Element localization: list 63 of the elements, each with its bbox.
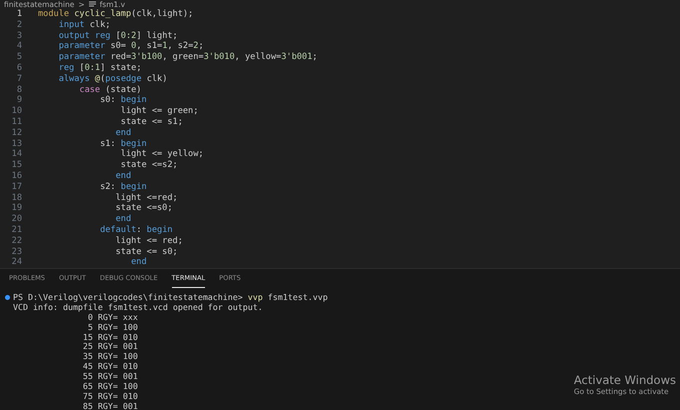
terminal-output: 5 RGY= 100 xyxy=(86,322,138,333)
line-number: 2 xyxy=(16,20,22,31)
code-line: end xyxy=(114,128,132,139)
code-line: s1: begin xyxy=(99,138,147,149)
line-number: 16 xyxy=(10,170,22,182)
terminal-output: VCD info: dumpfile fsm1test.vcd opened for output. xyxy=(13,302,263,313)
code-line: state <=s2; xyxy=(120,160,178,171)
code-line: light <= red; xyxy=(114,236,183,247)
code-line: default: begin xyxy=(99,224,173,236)
terminal-output: 55 RGY= 001 xyxy=(82,372,138,382)
terminal-output: 15 RGY= 010 xyxy=(82,332,138,342)
line-number: 6 xyxy=(16,62,22,74)
line-number: 4 xyxy=(16,41,22,52)
line-number: 8 xyxy=(16,84,22,96)
terminal-output: 45 RGY= 010 xyxy=(82,362,138,372)
line-number: 10 xyxy=(10,106,22,117)
line-number: 14 xyxy=(10,149,22,160)
line-number: 18 xyxy=(10,192,22,204)
line-number: 20 xyxy=(10,214,22,225)
line-number: 13 xyxy=(10,138,22,150)
line-number: 11 xyxy=(10,116,22,128)
terminal-output: 35 RGY= 100 xyxy=(82,352,138,362)
line-number: 7 xyxy=(16,74,22,85)
code-line: light <= green; xyxy=(120,106,198,117)
line-number: 12 xyxy=(10,128,22,139)
line-number: 23 xyxy=(10,246,22,258)
code-line: s0: begin xyxy=(99,95,147,106)
line-number: 5 xyxy=(16,52,22,63)
code-line: end xyxy=(114,214,132,225)
code-line: end xyxy=(114,170,132,182)
code-line: state <=s0; xyxy=(114,203,173,214)
terminal-output: 65 RGY= 100 xyxy=(82,382,138,392)
line-number: 21 xyxy=(10,224,22,236)
activation-title: Activate Windows xyxy=(574,373,676,387)
code-line: s2: begin xyxy=(99,182,147,193)
code-line: state <= s0; xyxy=(114,246,178,258)
code-line: parameter red=3'b100, green=3'b010, yellow=3'b001; xyxy=(58,52,318,63)
code-line: state <= s1; xyxy=(120,116,183,128)
status-dot-icon xyxy=(5,295,10,300)
line-number: 3 xyxy=(16,30,22,42)
terminal-output: 75 RGY= 010 xyxy=(82,392,138,402)
code-line: input clk; xyxy=(58,20,110,31)
line-number: 24 xyxy=(10,257,22,268)
code-line: reg [0:1] state; xyxy=(58,62,142,74)
code-line: end xyxy=(130,257,147,268)
code-line: parameter s0= 0, s1=1, s2=2; xyxy=(58,41,204,52)
code-line: light <=red; xyxy=(114,192,178,204)
line-number: 15 xyxy=(10,160,22,171)
file-lines-icon xyxy=(88,0,96,9)
line-number: 19 xyxy=(10,203,22,214)
line-number: 9 xyxy=(16,95,22,106)
terminal-output: 85 RGY= 001 xyxy=(82,402,138,410)
line-number: 1 xyxy=(16,9,22,20)
code-line: light <= yellow; xyxy=(120,149,204,160)
terminal-command: PS D:\Verilog\verilogcodes\finitestatemachine> vvp fsm1test.vvp xyxy=(13,293,328,303)
code-line: always @(posedge clk) xyxy=(58,74,168,85)
code-line: output reg [0:2] light; xyxy=(58,30,178,42)
code-line: case (state) xyxy=(78,84,142,96)
terminal-output: 25 RGY= 001 xyxy=(82,342,138,352)
code-line: module cyclic_lamp(clk,light); xyxy=(38,9,194,20)
line-number: 17 xyxy=(10,182,22,193)
terminal-output: 0 RGY= xxx xyxy=(88,312,138,323)
line-number: 22 xyxy=(10,236,22,247)
